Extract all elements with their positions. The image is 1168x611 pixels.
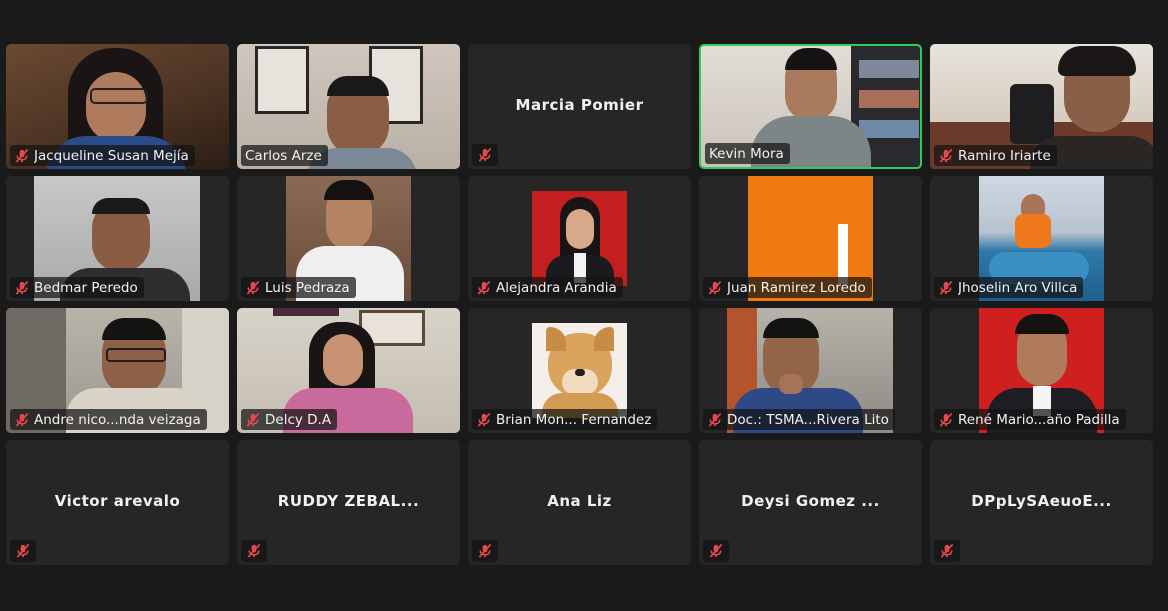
mic-muted-icon xyxy=(247,543,261,558)
participant-tile-bedmar[interactable]: Bedmar Peredo xyxy=(6,176,229,301)
mic-muted-icon xyxy=(478,543,492,558)
mic-muted-icon xyxy=(939,412,953,427)
nameplate: Ramiro Iriarte xyxy=(934,145,1057,166)
nameplate: Jacqueline Susan Mejía xyxy=(10,145,195,166)
participant-tile-ana[interactable]: Ana Liz xyxy=(468,440,691,565)
participant-grid: Jacqueline Susan Mejía Carlos Arze Marci… xyxy=(6,44,1156,566)
participant-name: Andre nico...nda veizaga xyxy=(34,411,201,428)
nameplate: Juan Ramirez Loredo xyxy=(703,277,872,298)
mic-muted-icon xyxy=(708,412,722,427)
muted-badge xyxy=(10,540,36,562)
nameplate: Brian Mon... Fernandez xyxy=(472,409,658,430)
mic-muted-icon xyxy=(940,543,954,558)
participant-name: Carlos Arze xyxy=(245,147,322,164)
participant-tile-ruddy[interactable]: RUDDY ZEBAL... xyxy=(237,440,460,565)
mic-muted-icon xyxy=(246,412,260,427)
participant-tile-carlos[interactable]: Carlos Arze xyxy=(237,44,460,169)
nameplate: Kevin Mora xyxy=(705,143,790,164)
muted-badge xyxy=(241,540,267,562)
participant-display-name: Deysi Gomez ... xyxy=(741,491,880,510)
mic-muted-icon xyxy=(16,543,30,558)
participant-name: Brian Mon... Fernandez xyxy=(496,411,652,428)
participant-tile-luis[interactable]: Luis Pedraza xyxy=(237,176,460,301)
mic-muted-icon xyxy=(478,147,492,162)
nameplate: Luis Pedraza xyxy=(241,277,356,298)
participant-tile-jacqueline[interactable]: Jacqueline Susan Mejía xyxy=(6,44,229,169)
participant-tile-rene[interactable]: René Mario...año Padilla xyxy=(930,308,1153,433)
mic-muted-icon xyxy=(477,280,491,295)
muted-badge xyxy=(472,144,498,166)
participant-tile-dpply[interactable]: DPpLySAeuoE... xyxy=(930,440,1153,565)
participant-avatar-photo xyxy=(532,323,627,418)
participant-avatar-photo xyxy=(532,191,627,286)
muted-badge xyxy=(934,540,960,562)
participant-tile-kevin-active-speaker[interactable]: Kevin Mora xyxy=(699,44,922,169)
muted-badge xyxy=(472,540,498,562)
participant-tile-alejandra[interactable]: Alejandra Arandia xyxy=(468,176,691,301)
participant-name: Jacqueline Susan Mejía xyxy=(34,147,189,164)
participant-name: Bedmar Peredo xyxy=(34,279,138,296)
nameplate: Jhoselin Aro Villca xyxy=(934,277,1084,298)
participant-tile-juan[interactable]: Juan Ramirez Loredo xyxy=(699,176,922,301)
participant-tile-brian[interactable]: Brian Mon... Fernandez xyxy=(468,308,691,433)
participant-name: Kevin Mora xyxy=(709,145,784,162)
nameplate: Andre nico...nda veizaga xyxy=(10,409,207,430)
participant-tile-doc-tsma[interactable]: Doc.: TSMA...Rivera Lito xyxy=(699,308,922,433)
participant-tile-ramiro[interactable]: Ramiro Iriarte xyxy=(930,44,1153,169)
mic-muted-icon xyxy=(939,148,953,163)
participant-tile-marcia[interactable]: Marcia Pomier xyxy=(468,44,691,169)
nameplate: Delcy D.A xyxy=(241,409,338,430)
participant-display-name: RUDDY ZEBAL... xyxy=(277,491,420,510)
participant-name: Doc.: TSMA...Rivera Lito xyxy=(727,411,889,428)
participant-name: Delcy D.A xyxy=(265,411,332,428)
mic-muted-icon xyxy=(15,280,29,295)
participant-display-name: Victor arevalo xyxy=(54,491,181,510)
participant-display-name: DPpLySAeuoE... xyxy=(971,491,1112,510)
participant-display-name: Marcia Pomier xyxy=(515,95,644,114)
nameplate: Alejandra Arandia xyxy=(472,277,623,298)
nameplate: Bedmar Peredo xyxy=(10,277,144,298)
participant-name: Juan Ramirez Loredo xyxy=(727,279,866,296)
mic-muted-icon xyxy=(708,280,722,295)
nameplate: René Mario...año Padilla xyxy=(934,409,1126,430)
participant-display-name: Ana Liz xyxy=(547,491,612,510)
mic-muted-icon xyxy=(939,280,953,295)
participant-tile-deysi[interactable]: Deysi Gomez ... xyxy=(699,440,922,565)
nameplate: Carlos Arze xyxy=(241,145,328,166)
mic-muted-icon xyxy=(477,412,491,427)
mic-muted-icon xyxy=(246,280,260,295)
participant-tile-delcy[interactable]: Delcy D.A xyxy=(237,308,460,433)
participant-name: Jhoselin Aro Villca xyxy=(958,279,1078,296)
participant-tile-victor[interactable]: Victor arevalo xyxy=(6,440,229,565)
participant-name: Ramiro Iriarte xyxy=(958,147,1051,164)
participant-tile-jhoselin[interactable]: Jhoselin Aro Villca xyxy=(930,176,1153,301)
mic-muted-icon xyxy=(709,543,723,558)
participant-name: Luis Pedraza xyxy=(265,279,350,296)
nameplate: Doc.: TSMA...Rivera Lito xyxy=(703,409,895,430)
muted-badge xyxy=(703,540,729,562)
participant-tile-andre[interactable]: Andre nico...nda veizaga xyxy=(6,308,229,433)
mic-muted-icon xyxy=(15,412,29,427)
participant-name: René Mario...año Padilla xyxy=(958,411,1120,428)
participant-name: Alejandra Arandia xyxy=(496,279,617,296)
mic-muted-icon xyxy=(15,148,29,163)
